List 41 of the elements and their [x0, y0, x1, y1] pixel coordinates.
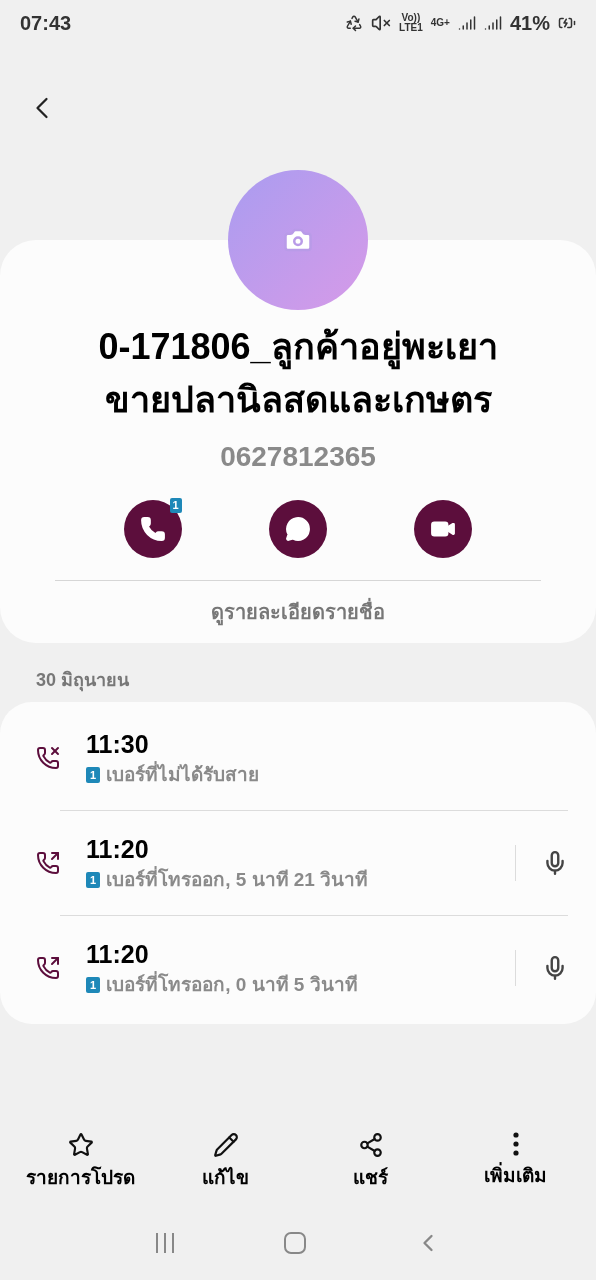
network-label: LTE1 [399, 22, 423, 33]
recent-apps-icon[interactable] [153, 1232, 176, 1254]
view-details-link[interactable]: ดูรายละเอียดรายชื่อ [211, 581, 385, 643]
more-icon [512, 1131, 519, 1156]
data-type-label: 4G+ [430, 16, 450, 30]
message-icon [285, 516, 311, 542]
home-icon[interactable] [283, 1231, 307, 1255]
mute-icon [371, 12, 392, 33]
call-time: 11:20 [86, 833, 150, 865]
bottom-action-button[interactable]: รายการโปรด [15, 1131, 146, 1192]
call-time: 11:20 [86, 938, 150, 970]
sim-badge: 1 [86, 872, 101, 888]
contact-name: 0-171806_ลูกค้าอยู่พะเยา [98, 320, 498, 373]
contact-name: ขายปลานิลสดและเกษตร [104, 378, 492, 422]
battery-percent: 41% [509, 10, 550, 36]
bottom-action-button[interactable]: แก้ไข [160, 1131, 291, 1192]
star-icon [67, 1131, 94, 1158]
outgoing-call-icon [36, 851, 60, 875]
missed-call-icon [36, 746, 60, 770]
signal-icon [457, 13, 476, 32]
bottom-action-button[interactable]: เพิ่มเติม [450, 1131, 581, 1192]
pencil-icon [212, 1131, 239, 1158]
video-call-button[interactable] [414, 500, 473, 558]
phone-number: 0627812365 [220, 440, 376, 474]
phone-icon [139, 516, 166, 542]
sim-badge: 1 [86, 977, 101, 993]
outgoing-call-icon [36, 956, 60, 980]
call-time: 11:30 [86, 728, 150, 760]
network-label: Vo)) [401, 12, 421, 23]
sim-badge: 1 [86, 767, 101, 783]
bottom-action-button[interactable]: แชร์ [305, 1131, 436, 1192]
call-detail: เบอร์ที่ไม่ได้รับสาย [106, 760, 260, 787]
message-button[interactable] [269, 500, 327, 558]
call-detail: เบอร์ที่โทรออก, 5 นาที 21 วินาที [106, 865, 369, 892]
sim-badge: 1 [169, 498, 182, 513]
share-icon [357, 1131, 384, 1158]
call-button[interactable]: 1 [123, 500, 182, 558]
status-time: 07:43 [20, 10, 72, 36]
signal-icon [483, 13, 502, 32]
call-detail: เบอร์ที่โทรออก, 0 นาที 5 วินาที [106, 970, 358, 997]
date-header: 30 มิถุนายน [35, 669, 131, 694]
